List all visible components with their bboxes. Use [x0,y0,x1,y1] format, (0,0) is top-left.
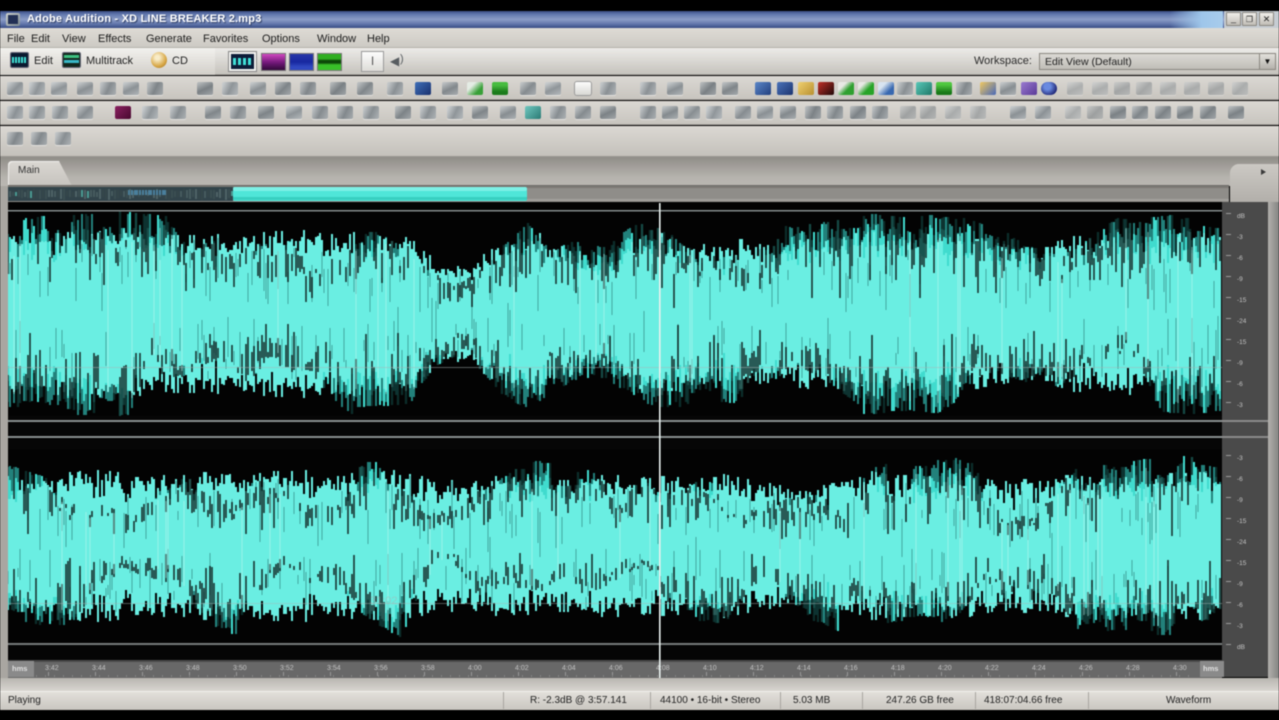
svg-text:4:20: 4:20 [938,665,952,672]
svg-text:4:06: 4:06 [609,665,623,672]
svg-text:3:44: 3:44 [92,665,106,672]
svg-text:3:58: 3:58 [421,665,435,672]
svg-text:-24: -24 [1237,539,1247,546]
svg-text:-6: -6 [1237,602,1243,609]
svg-text:3:52: 3:52 [280,665,294,672]
svg-text:hms: hms [1203,664,1218,673]
svg-text:4:00: 4:00 [468,665,482,672]
svg-text:4:10: 4:10 [703,665,717,672]
svg-text:31:02: 31:02 [370,595,398,607]
svg-text:4:22: 4:22 [985,665,999,672]
svg-text:4:30: 4:30 [1173,665,1187,672]
svg-text:-15: -15 [1237,297,1247,304]
svg-text:-6: -6 [1237,255,1243,262]
svg-text:3:42: 3:42 [45,665,59,672]
svg-text:-3: -3 [1237,623,1243,630]
svg-text:-15: -15 [1237,339,1247,346]
svg-text:dB: dB [1237,213,1245,220]
svg-text:3:50: 3:50 [233,665,247,672]
svg-text:4:24: 4:24 [1032,665,1046,672]
svg-text:-6: -6 [1237,476,1243,483]
svg-text:4:14: 4:14 [797,665,811,672]
svg-text:3:56: 3:56 [374,665,388,672]
svg-text:-9: -9 [1237,497,1243,504]
svg-text:-6: -6 [1237,381,1243,388]
svg-text:4:08: 4:08 [656,665,670,672]
svg-text:-9: -9 [1237,360,1243,367]
svg-text:4:28: 4:28 [1126,665,1140,672]
svg-text:-15: -15 [1237,518,1247,525]
svg-text:-9: -9 [1237,276,1243,283]
svg-text:-24: -24 [1237,318,1247,325]
svg-text:4:02: 4:02 [515,665,529,672]
svg-text:4:12: 4:12 [750,665,764,672]
svg-text:hms: hms [12,664,27,673]
svg-text:3:48: 3:48 [186,665,200,672]
svg-text:-15: -15 [1237,560,1247,567]
svg-text:4:04: 4:04 [562,665,576,672]
svg-text:3:46: 3:46 [139,665,153,672]
svg-text:4:16: 4:16 [844,665,858,672]
svg-text:-3: -3 [1237,234,1243,241]
svg-text:-9: -9 [1237,581,1243,588]
svg-text:dB: dB [1237,644,1245,651]
svg-text:-3: -3 [1237,455,1243,462]
svg-text:-3: -3 [1237,402,1243,409]
svg-text:4:18: 4:18 [891,665,905,672]
svg-text:3:54: 3:54 [327,665,341,672]
svg-text:4:26: 4:26 [1079,665,1093,672]
